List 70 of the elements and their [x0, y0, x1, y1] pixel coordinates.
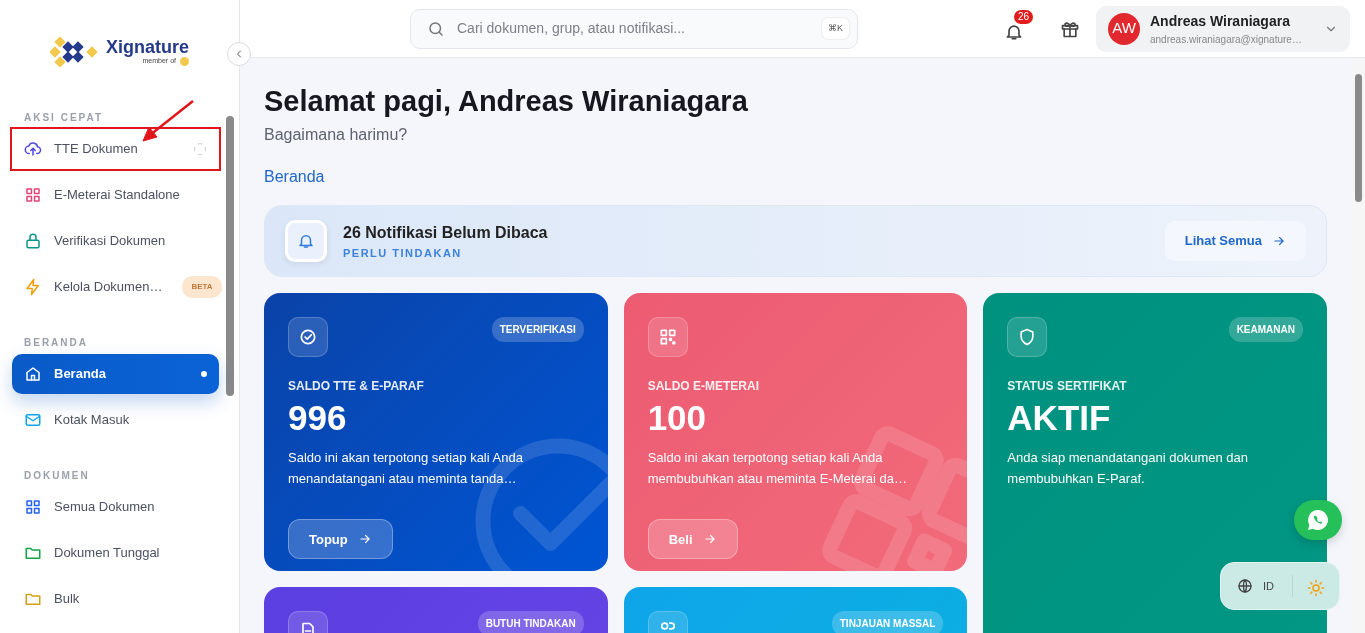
user-email: andreas.wiraniagara@xignature… [1150, 32, 1303, 47]
notifications-button[interactable]: 26 [1000, 9, 1038, 48]
sidebar-item-label: E-Meterai Standalone [54, 186, 180, 205]
card-value: AKTIF [1007, 398, 1112, 438]
card-value: 996 [288, 398, 348, 438]
logo-wordmark: Xignature [106, 37, 189, 56]
banner-subtitle: PERLU TINDAKAN [343, 245, 463, 261]
breadcrumb-link[interactable]: Beranda [264, 164, 325, 189]
sidebar-item-label: TTE Dokumen [54, 140, 138, 159]
avatar: AW [1108, 12, 1140, 45]
greeting-title: Selamat pagi, Andreas Wiraniagara [264, 84, 749, 119]
notification-count: 26 [1014, 9, 1034, 24]
card-action-button[interactable]: Topup [288, 519, 393, 560]
card-label: SALDO TTE & E-PARAF [288, 377, 425, 395]
sidebar-item[interactable]: Semua Dokumen [12, 487, 219, 527]
sidebar-item[interactable]: Kotak Masuk [12, 400, 219, 440]
drag-handle-icon [193, 142, 207, 156]
card-description: Saldo ini akan terpotong setiap kali Anda membubuhkan atau meminta E-Meterai da… [647, 449, 908, 489]
search-field[interactable]: Cari dokumen, grup, atau notifikasi... ⌘K [410, 8, 858, 49]
partner-logo-icon [180, 56, 189, 66]
card-tag: KEAMANAN [1228, 316, 1303, 342]
sidebar-item[interactable]: Kelola Dokumen… BETA [12, 267, 219, 307]
active-dot [201, 371, 207, 377]
beta-badge: BETA [182, 276, 222, 298]
sidebar-item-label: Semua Dokumen [54, 498, 155, 517]
sun-icon [1307, 578, 1325, 597]
card-value: 100 [647, 398, 708, 438]
sidebar-item-label: Beranda [54, 365, 107, 384]
sidebar-item-label: Kelola Dokumen… [54, 278, 163, 297]
card-description: Anda siap menandatangani dokumen dan membubuhkan E-Paraf. [1007, 449, 1249, 489]
scrollbar[interactable] [1352, 58, 1365, 633]
card-tag: BUTUH TINDAKAN [477, 610, 584, 633]
section-heading: BERANDA [23, 336, 89, 350]
sidebar-item[interactable]: Dokumen Tunggal [12, 533, 219, 573]
card-label: SALDO E-METERAI [647, 377, 760, 395]
scrollbar-thumb[interactable] [226, 116, 234, 396]
card-tag: TINJAUAN MASSAL [831, 610, 944, 633]
logo-mark-icon [50, 37, 100, 67]
bell-icon [1004, 22, 1024, 43]
search-input[interactable]: Cari dokumen, grup, atau notifikasi... [455, 17, 812, 40]
collapse-button[interactable] [227, 42, 251, 66]
card-tag: TERVERIFIKASI [491, 316, 584, 342]
annotation-arrow [140, 99, 196, 145]
greeting-subtitle: Bagaimana harimu? [264, 124, 409, 145]
see-all-button[interactable]: Lihat Semua [1164, 220, 1306, 261]
sidebar-item[interactable]: Beranda [12, 354, 219, 394]
section-heading: DOKUMEN [23, 469, 91, 483]
sidebar-item-label: Kotak Masuk [54, 411, 130, 430]
sidebar-item[interactable]: E-Meterai Standalone [12, 175, 219, 215]
sidebar-item[interactable]: TTE Dokumen [12, 129, 219, 169]
search-icon [427, 19, 445, 38]
scrollbar-thumb[interactable] [1355, 74, 1362, 202]
banner-title: 26 Notifikasi Belum Dibaca [343, 222, 548, 243]
gift-icon [1060, 19, 1080, 40]
card-description: Saldo ini akan terpotong setiap kali Anda menandatangani atau meminta tanda… [288, 449, 524, 489]
user-menu[interactable]: AW Andreas Wiraniagara andreas.wiraniagara@xignature… [1096, 5, 1350, 52]
home-icon [24, 365, 42, 383]
chat-bubble-icon [1306, 508, 1330, 532]
sidebar-item-label: Dokumen Tunggal [54, 544, 160, 563]
card-label: STATUS SERTIFIKAT [1007, 377, 1128, 395]
sidebar-item[interactable]: Bulk [12, 579, 219, 619]
sidebar-item-label: Bulk [54, 590, 80, 609]
section-heading: AKSI CEPAT [23, 111, 105, 125]
user-name: Andreas Wiraniagara [1150, 11, 1291, 31]
sidebar-item-label: Verifikasi Dokumen [54, 232, 166, 251]
chat-button[interactable] [1294, 500, 1342, 540]
sidebar-item[interactable]: Verifikasi Dokumen [12, 221, 219, 261]
language-button[interactable]: ID [1221, 577, 1274, 595]
globe-icon [1237, 578, 1253, 594]
shortcut-hint: ⌘K [822, 17, 849, 40]
